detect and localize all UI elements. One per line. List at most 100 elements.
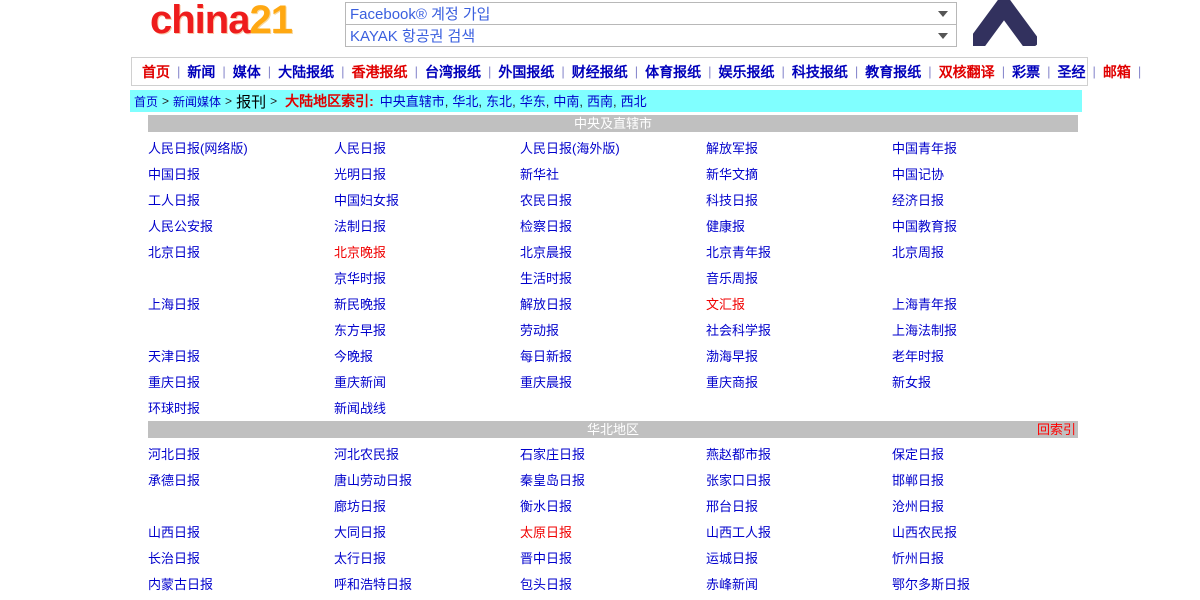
newspaper-link[interactable]: 中国教育报 [892,219,957,234]
newspaper-link[interactable]: 运城日报 [706,551,758,566]
newspaper-link[interactable]: 新女报 [892,375,931,390]
newspaper-link[interactable]: 检察日报 [520,219,572,234]
newspaper-link[interactable]: 人民日报(海外版) [520,141,620,156]
newspaper-link[interactable]: 中国青年报 [892,141,957,156]
newspaper-link[interactable]: 长治日报 [148,551,200,566]
newspaper-link[interactable]: 农民日报 [520,193,572,208]
newspaper-link[interactable]: 重庆商报 [706,375,758,390]
newspaper-link[interactable]: 重庆日报 [148,375,200,390]
newspaper-link[interactable]: 唐山劳动日报 [334,473,412,488]
dropdown-arrow-icon[interactable] [938,33,948,39]
newspaper-link[interactable]: 新华社 [520,167,559,182]
newspaper-link[interactable]: 沧州日报 [892,499,944,514]
back-to-index-link[interactable]: 回索引 [1037,421,1076,438]
newspaper-link[interactable]: 呼和浩特日报 [334,577,412,592]
newspaper-link[interactable]: 河北农民报 [334,447,399,462]
newspaper-link[interactable]: 鄂尔多斯日报 [892,577,970,592]
newspaper-link[interactable]: 劳动报 [520,323,559,338]
newspaper-link[interactable]: 河北日报 [148,447,200,462]
newspaper-link[interactable]: 中国妇女报 [334,193,399,208]
newspaper-link[interactable]: 内蒙古日报 [148,577,213,592]
newspaper-link[interactable]: 经济日报 [892,193,944,208]
ad-dropdown-facebook[interactable]: Facebook® 계정 가입 [345,2,957,25]
newspaper-link[interactable]: 邢台日报 [706,499,758,514]
breadcrumb-region-link[interactable]: 东北 [486,94,512,109]
newspaper-link[interactable]: 承德日报 [148,473,200,488]
newspaper-link[interactable]: 社会科学报 [706,323,771,338]
ad-link-label[interactable]: KAYAK 항공권 검색 [346,25,938,46]
newspaper-link[interactable]: 上海青年报 [892,297,957,312]
nav-item[interactable]: 彩票 [1012,62,1040,82]
newspaper-link[interactable]: 环球时报 [148,401,200,416]
newspaper-link[interactable]: 今晚报 [334,349,373,364]
newspaper-link[interactable]: 保定日报 [892,447,944,462]
newspaper-link[interactable]: 人民日报 [334,141,386,156]
nav-item[interactable]: 香港报纸 [352,62,408,82]
newspaper-link[interactable]: 北京日报 [148,245,200,260]
breadcrumb-region-link[interactable]: 西北 [621,94,647,109]
newspaper-link[interactable]: 渤海早报 [706,349,758,364]
nav-item[interactable]: 媒体 [233,62,261,82]
nav-item[interactable]: 财经报纸 [572,62,628,82]
newspaper-link[interactable]: 燕赵都市报 [706,447,771,462]
newspaper-link[interactable]: 天津日报 [148,349,200,364]
breadcrumb-home-link[interactable]: 首页 [134,93,158,110]
newspaper-link[interactable]: 重庆晨报 [520,375,572,390]
breadcrumb-region-link[interactable]: 华北 [452,94,478,109]
newspaper-link[interactable]: 北京青年报 [706,245,771,260]
breadcrumb-region-link[interactable]: 中南 [553,94,579,109]
newspaper-link[interactable]: 上海法制报 [892,323,957,338]
newspaper-link[interactable]: 新民晚报 [334,297,386,312]
breadcrumb-region-link[interactable]: 西南 [587,94,613,109]
nav-item[interactable]: 体育报纸 [645,62,701,82]
newspaper-link[interactable]: 晋中日报 [520,551,572,566]
newspaper-link[interactable]: 山西日报 [148,525,200,540]
newspaper-link[interactable]: 赤峰新闻 [706,577,758,592]
newspaper-link[interactable]: 健康报 [706,219,745,234]
breadcrumb-media-link[interactable]: 新闻媒体 [173,93,221,110]
newspaper-link[interactable]: 忻州日报 [892,551,944,566]
nav-item[interactable]: 科技报纸 [792,62,848,82]
newspaper-link[interactable]: 上海日报 [148,297,200,312]
newspaper-link[interactable]: 石家庄日报 [520,447,585,462]
newspaper-link[interactable]: 老年时报 [892,349,944,364]
newspaper-link[interactable]: 人民公安报 [148,219,213,234]
newspaper-link[interactable]: 山西农民报 [892,525,957,540]
ad-link-label[interactable]: Facebook® 계정 가입 [346,3,938,24]
newspaper-link[interactable]: 新华文摘 [706,167,758,182]
nav-item[interactable]: 台湾报纸 [425,62,481,82]
newspaper-link[interactable]: 解放日报 [520,297,572,312]
site-logo[interactable]: china21 [150,0,292,43]
newspaper-link[interactable]: 解放军报 [706,141,758,156]
nav-item[interactable]: 邮箱 [1103,62,1131,82]
breadcrumb-region-link[interactable]: 华东 [520,94,546,109]
newspaper-link[interactable]: 廊坊日报 [334,499,386,514]
newspaper-link[interactable]: 秦皇岛日报 [520,473,585,488]
newspaper-link[interactable]: 张家口日报 [706,473,771,488]
ad-dropdown-kayak[interactable]: KAYAK 항공권 검색 [345,24,957,47]
nav-item[interactable]: 双核翻译 [939,62,995,82]
newspaper-link[interactable]: 大同日报 [334,525,386,540]
newspaper-link[interactable]: 人民日报(网络版) [148,141,248,156]
newspaper-link[interactable]: 中国记协 [892,167,944,182]
nav-item[interactable]: 外国报纸 [498,62,554,82]
newspaper-link[interactable]: 东方早报 [334,323,386,338]
nav-item[interactable]: 大陆报纸 [278,62,334,82]
newspaper-link[interactable]: 太原日报 [520,525,572,540]
newspaper-link[interactable]: 工人日报 [148,193,200,208]
newspaper-link[interactable]: 光明日报 [334,167,386,182]
newspaper-link[interactable]: 北京周报 [892,245,944,260]
newspaper-link[interactable]: 北京晨报 [520,245,572,260]
newspaper-link[interactable]: 法制日报 [334,219,386,234]
nav-item[interactable]: 新闻 [187,62,215,82]
dropdown-arrow-icon[interactable] [938,11,948,17]
nav-item[interactable]: 圣经 [1057,62,1085,82]
newspaper-link[interactable]: 每日新报 [520,349,572,364]
breadcrumb-region-link[interactable]: 中央直辖市 [380,94,445,109]
newspaper-link[interactable]: 中国日报 [148,167,200,182]
nav-item[interactable]: 教育报纸 [865,62,921,82]
newspaper-link[interactable]: 太行日报 [334,551,386,566]
newspaper-link[interactable]: 北京晚报 [334,245,386,260]
newspaper-link[interactable]: 科技日报 [706,193,758,208]
nav-item[interactable]: 首页 [142,62,170,82]
